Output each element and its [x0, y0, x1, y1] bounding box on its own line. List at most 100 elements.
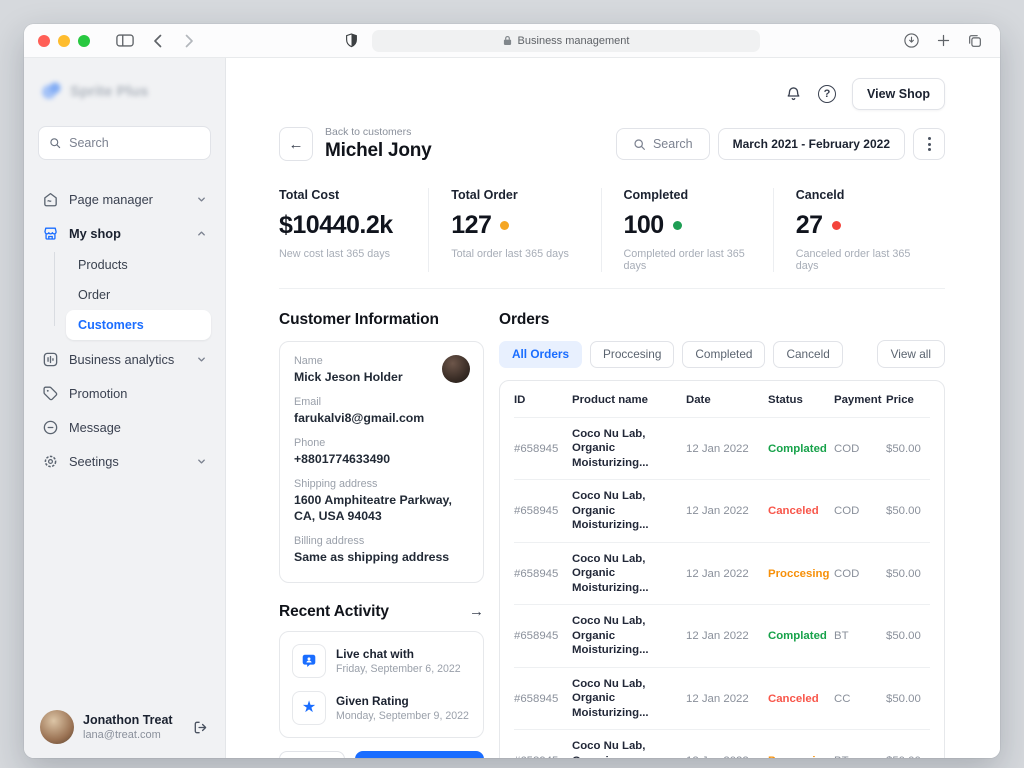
- close-window-button[interactable]: [38, 35, 50, 47]
- tab-all-orders[interactable]: All Orders: [499, 341, 582, 368]
- order-status: Complated: [768, 443, 834, 455]
- sidebar-item-customers[interactable]: Customers: [66, 310, 211, 340]
- col-header-product: Product name: [572, 394, 686, 406]
- order-price: $50.00: [886, 693, 930, 705]
- app-logo: Sprite Plus: [40, 80, 209, 102]
- address-bar[interactable]: Business management: [372, 30, 760, 52]
- sidebar-item-label: Products: [78, 258, 128, 272]
- tab-canceled[interactable]: Canceld: [773, 341, 842, 368]
- order-payment: COD: [834, 505, 886, 517]
- order-date: 12 Jan 2022: [686, 693, 768, 705]
- order-id: #658945: [514, 693, 572, 705]
- tab-overview-icon[interactable]: [964, 30, 986, 52]
- sidebar-item-order[interactable]: Order: [66, 280, 211, 310]
- lock-icon: [503, 35, 512, 46]
- order-payment: BT: [834, 630, 886, 642]
- orders-table: ID Product name Date Status Payment Pric…: [499, 380, 945, 758]
- order-product: Coco Nu Lab, Organic Moisturizing...: [572, 677, 686, 720]
- message-button[interactable]: Message: [355, 751, 484, 758]
- help-icon[interactable]: ?: [818, 85, 836, 103]
- order-payment: COD: [834, 443, 886, 455]
- chat-badge-icon: [292, 644, 326, 678]
- order-date: 12 Jan 2022: [686, 568, 768, 580]
- table-row[interactable]: #658945 Coco Nu Lab, Organic Moisturizin…: [514, 479, 930, 541]
- sidebar-item-business-analytics[interactable]: Business analytics: [38, 342, 211, 376]
- back-nav-icon[interactable]: [146, 30, 168, 52]
- forward-nav-icon[interactable]: [178, 30, 200, 52]
- table-row[interactable]: #658945 Coco Nu Lab, Organic Moisturizin…: [514, 542, 930, 604]
- breadcrumb[interactable]: Back to customers: [325, 126, 432, 138]
- stat-completed: Completed 100 Completed order last 365 d…: [601, 188, 773, 272]
- more-options-button[interactable]: [913, 128, 945, 160]
- sidebar-item-promotion[interactable]: Promotion: [38, 376, 211, 410]
- tab-processing[interactable]: Proccesing: [590, 341, 674, 368]
- view-all-button[interactable]: View all: [877, 340, 945, 368]
- chevron-down-icon: [196, 354, 207, 365]
- shop-icon: [42, 225, 59, 242]
- page-title: Michel Jony: [325, 140, 432, 162]
- star-icon: ★: [292, 691, 326, 725]
- status-dot: [500, 221, 509, 230]
- logout-icon[interactable]: [192, 719, 209, 736]
- stat-caption: Total order last 365 days: [451, 248, 590, 260]
- user-email: lana@treat.com: [83, 729, 173, 741]
- minimize-window-button[interactable]: [58, 35, 70, 47]
- field-label: Email: [294, 396, 469, 408]
- order-status: Canceled: [768, 505, 834, 517]
- activity-date: Friday, September 6, 2022: [336, 663, 461, 675]
- col-header-date: Date: [686, 394, 768, 406]
- page-header: ← Back to customers Michel Jony Search M…: [279, 126, 945, 162]
- order-status: Complated: [768, 630, 834, 642]
- order-price: $50.00: [886, 630, 930, 642]
- sidebar-toggle-icon[interactable]: [114, 30, 136, 52]
- orders-tabs: All Orders Proccesing Completed Canceld …: [499, 340, 945, 368]
- address-text: Business management: [518, 35, 630, 47]
- sidebar-item-products[interactable]: Products: [66, 250, 211, 280]
- sidebar-item-message[interactable]: Message: [38, 410, 211, 444]
- call-button[interactable]: Call: [279, 751, 345, 758]
- search-button[interactable]: Search: [616, 128, 710, 160]
- table-row[interactable]: #658945 Coco Nu Lab, Organic Moisturizin…: [514, 417, 930, 479]
- recent-activity-arrow-icon[interactable]: →: [469, 603, 484, 620]
- order-id: #658945: [514, 505, 572, 517]
- stat-canceled: Canceld 27 Canceled order last 365 days: [773, 188, 945, 272]
- table-row[interactable]: #658945 Coco Nu Lab, Organic Moisturizin…: [514, 667, 930, 729]
- sidebar-user[interactable]: Jonathon Treat lana@treat.com: [38, 704, 211, 746]
- stat-label: Completed: [624, 188, 763, 202]
- sidebar-item-settings[interactable]: Seetings: [38, 444, 211, 478]
- search-input[interactable]: [69, 136, 200, 150]
- order-price: $50.00: [886, 568, 930, 580]
- order-payment: BT: [834, 755, 886, 758]
- table-row[interactable]: #658945 Coco Nu Lab, Organic Moisturizin…: [514, 729, 930, 758]
- search-icon: [49, 136, 61, 150]
- section-divider: [279, 288, 945, 289]
- field-value: +8801774633490: [294, 452, 469, 468]
- activity-item-live-chat[interactable]: Live chat with Friday, September 6, 2022: [292, 644, 471, 678]
- traffic-lights: [38, 35, 90, 47]
- stat-caption: New cost last 365 days: [279, 248, 418, 260]
- col-header-id: ID: [514, 394, 572, 406]
- tab-completed[interactable]: Completed: [682, 341, 765, 368]
- top-action-bar: ? View Shop: [279, 78, 945, 110]
- order-id: #658945: [514, 755, 572, 758]
- order-status: Proccesing: [768, 568, 834, 580]
- orders-heading: Orders: [499, 311, 549, 329]
- sidebar-item-label: My shop: [69, 226, 121, 241]
- sidebar-search[interactable]: [38, 126, 211, 160]
- order-product: Coco Nu Lab, Organic Moisturizing...: [572, 489, 686, 532]
- sidebar-item-page-manager[interactable]: Page manager: [38, 182, 211, 216]
- shield-icon[interactable]: [340, 30, 362, 52]
- bell-icon[interactable]: [785, 85, 802, 103]
- table-row[interactable]: #658945 Coco Nu Lab, Organic Moisturizin…: [514, 604, 930, 666]
- view-shop-button[interactable]: View Shop: [852, 78, 945, 110]
- zoom-window-button[interactable]: [78, 35, 90, 47]
- date-range-button[interactable]: March 2021 - February 2022: [718, 128, 905, 160]
- back-button[interactable]: ←: [279, 127, 313, 161]
- download-icon[interactable]: [900, 30, 922, 52]
- order-status: Canceled: [768, 693, 834, 705]
- sidebar-item-my-shop[interactable]: My shop: [38, 216, 211, 250]
- activity-item-rating[interactable]: ★ Given Rating Monday, September 9, 2022: [292, 691, 471, 725]
- sidebar-item-label: Business analytics: [69, 352, 174, 367]
- new-tab-icon[interactable]: [932, 30, 954, 52]
- analytics-icon: [42, 351, 59, 368]
